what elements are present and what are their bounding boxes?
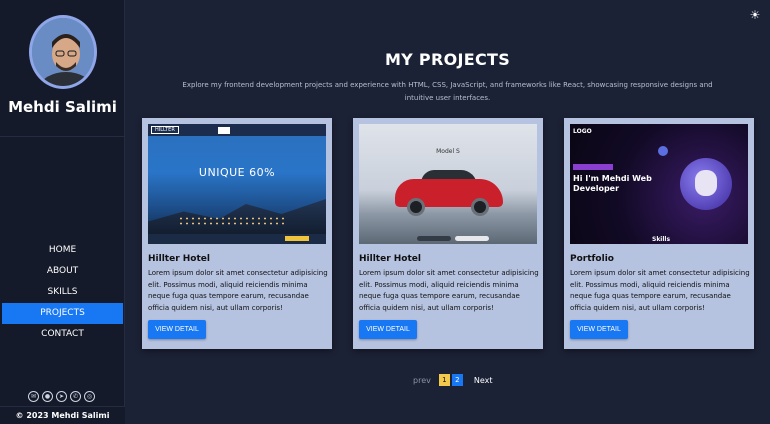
view-detail-button[interactable]: VIEW DETAIL [359, 320, 417, 339]
thumb-car-wheel [407, 198, 425, 216]
thumb-headline: Hi I'm Mehdi Web Developer [573, 174, 652, 193]
project-title: Hillter Hotel [359, 254, 421, 264]
nav-item-home[interactable]: HOME [2, 240, 123, 261]
pagination-prev[interactable]: prev [413, 376, 431, 385]
nav-item-contact[interactable]: CONTACT [2, 324, 123, 345]
instagram-icon[interactable]: ◎ [84, 391, 95, 402]
avatar-photo [32, 18, 94, 86]
page-intro: Explore my frontend development projects… [182, 81, 713, 102]
nav-item-about[interactable]: ABOUT [2, 261, 123, 282]
social-links: ✉ ● ➤ ✆ ◎ [28, 391, 95, 402]
project-card: LOGO Hi I'm Mehdi Web Developer Skills P… [564, 118, 754, 349]
sun-icon[interactable]: ☀ [748, 8, 762, 22]
sidebar-divider [0, 136, 125, 137]
thumb-headline: UNIQUE 60% [198, 166, 276, 179]
thumb-button-dark [417, 236, 451, 241]
thumb-booking-button [285, 236, 309, 241]
thumb-small-planet [658, 146, 668, 156]
avatar [29, 15, 97, 89]
thumb-tag [573, 164, 613, 170]
sidebar-nav: HOME ABOUT SKILLS PROJECTS CONTACT [2, 240, 123, 345]
project-thumbnail-hotel: HILLTER UNIQUE 60% [148, 124, 326, 244]
project-description: Lorem ipsum dolor sit amet consectetur a… [359, 269, 539, 312]
thumb-car-wheel [471, 198, 489, 216]
project-title: Portfolio [570, 254, 614, 264]
project-description: Lorem ipsum dolor sit amet consectetur a… [570, 269, 750, 312]
thumb-footer: Skills [652, 236, 671, 243]
pagination-page-1[interactable]: 1 [438, 374, 450, 386]
project-thumbnail-portfolio: LOGO Hi I'm Mehdi Web Developer Skills [570, 124, 748, 244]
thumb-nav-highlight [218, 127, 230, 134]
thumb-city-lights [178, 216, 288, 226]
thumb-logo: LOGO [573, 128, 592, 135]
pagination: prev 1 2 Next [413, 374, 493, 386]
sidebar: Mehdi Salimi HOME ABOUT SKILLS PROJECTS … [0, 0, 125, 424]
view-detail-button[interactable]: VIEW DETAIL [148, 320, 206, 339]
telegram-icon[interactable]: ➤ [56, 391, 67, 402]
project-title: Hillter Hotel [148, 254, 210, 264]
project-thumbnail-car: Model S [359, 124, 537, 244]
mail-icon[interactable]: ✉ [28, 391, 39, 402]
thumb-button-light [455, 236, 489, 241]
pagination-next[interactable]: Next [474, 376, 493, 385]
profile-name: Mehdi Salimi [8, 98, 117, 116]
project-card: Model S Hillter Hotel Lorem ipsum dolor … [353, 118, 543, 349]
github-icon[interactable]: ● [42, 391, 53, 402]
whatsapp-icon[interactable]: ✆ [70, 391, 81, 402]
thumb-headline: Model S [436, 148, 460, 155]
copyright: © 2023 Mehdi Salimi [0, 406, 125, 424]
thumb-astronaut [695, 170, 717, 196]
project-description: Lorem ipsum dolor sit amet consectetur a… [148, 269, 328, 312]
view-detail-button[interactable]: VIEW DETAIL [570, 320, 628, 339]
project-card: HILLTER UNIQUE 60% Hillter Hotel Lorem i… [142, 118, 332, 349]
page-title: MY PROJECTS [384, 50, 511, 69]
pagination-page-2[interactable]: 2 [451, 374, 463, 386]
thumb-logo: HILLTER [151, 126, 179, 134]
nav-item-skills[interactable]: SKILLS [2, 282, 123, 303]
nav-item-projects[interactable]: PROJECTS [2, 303, 123, 324]
